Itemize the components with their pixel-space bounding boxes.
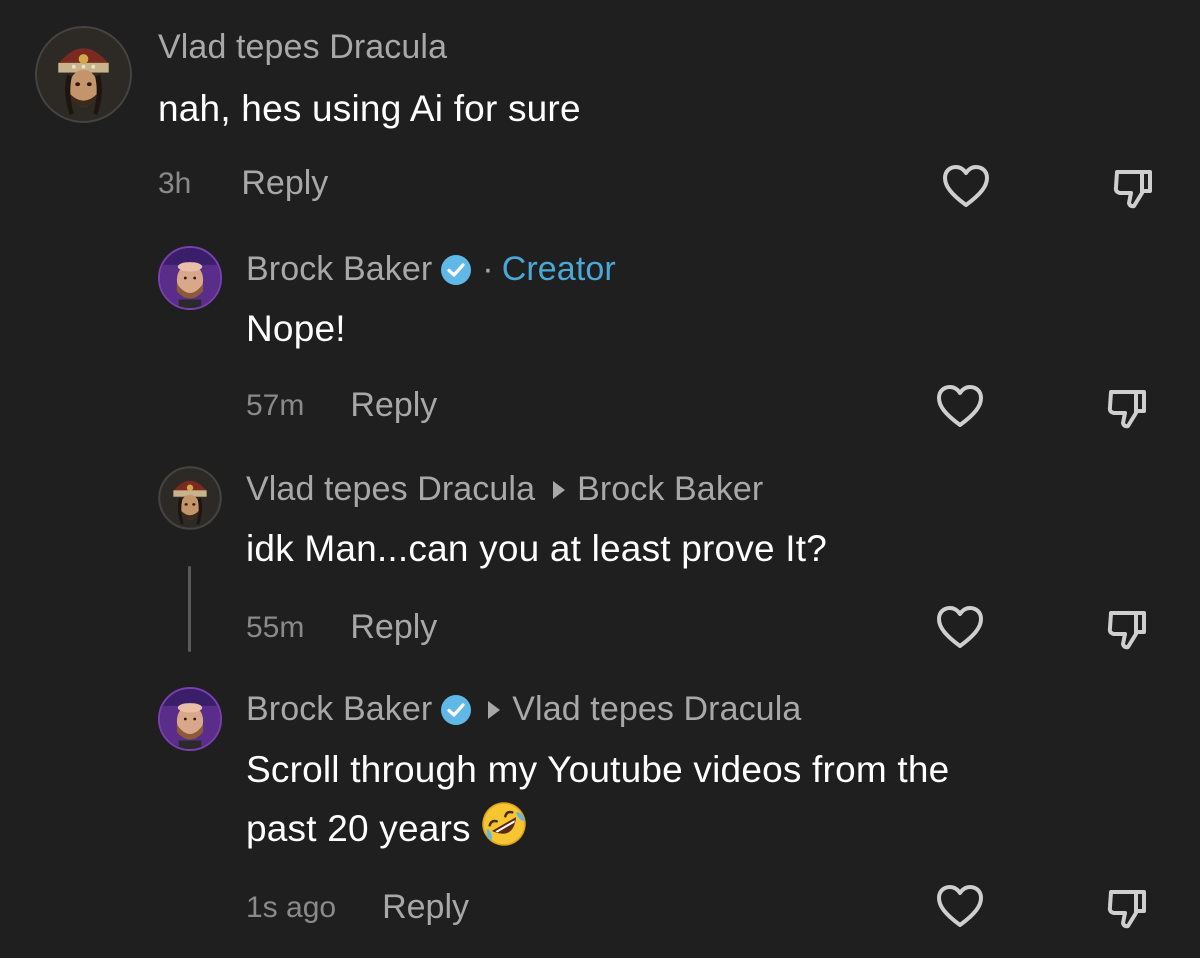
badge-separator: · [482, 250, 494, 288]
comment-text-line: past 20 years [246, 799, 1146, 858]
comment-text: Scroll through my Youtube videos from th… [246, 741, 1146, 858]
comment-username-row: Vlad tepes Dracula [158, 28, 447, 67]
heart-outline-icon[interactable] [941, 162, 991, 212]
comment-text: nah, hes using Ai for sure [158, 88, 581, 129]
thread-connector-line [188, 566, 191, 652]
thumbs-down-outline-icon[interactable] [1102, 382, 1152, 432]
comment-text-line: Scroll through my Youtube videos from th… [246, 749, 950, 790]
heart-outline-icon[interactable] [935, 603, 985, 653]
comment-thread: Vlad tepes Dracula nah, hes using Ai for… [0, 0, 1200, 958]
replying-to-username[interactable]: Brock Baker [577, 470, 763, 509]
replying-to-username[interactable]: Vlad tepes Dracula [512, 690, 801, 729]
reply-button[interactable]: Reply [241, 164, 328, 203]
vlad-portrait-avatar[interactable] [35, 26, 132, 123]
comment-username[interactable]: Vlad tepes Dracula [158, 28, 447, 67]
rolling-on-floor-laughing-emoji [479, 799, 529, 849]
comment-username-row: Brock Baker Vlad tepes Dracula [246, 690, 801, 729]
comment-meta: 57m Reply [246, 386, 437, 425]
reply-button[interactable]: Reply [382, 888, 469, 927]
thumbs-down-outline-icon[interactable] [1108, 162, 1158, 212]
creator-badge: Creator [501, 250, 616, 288]
heart-outline-icon[interactable] [935, 882, 985, 932]
brock-baker-avatar[interactable] [158, 246, 222, 310]
reply-button[interactable]: Reply [350, 386, 437, 425]
comment-username[interactable]: Brock Baker [246, 690, 432, 729]
comment-username[interactable]: Vlad tepes Dracula [246, 470, 535, 509]
comment-meta: 3h Reply [158, 164, 328, 203]
comment-timestamp: 1s ago [246, 890, 337, 924]
comment-timestamp: 3h [158, 166, 192, 200]
comment-text-line-content: past 20 years [246, 808, 471, 849]
vlad-portrait-avatar[interactable] [158, 466, 222, 530]
verified-check-icon [440, 254, 472, 286]
comment-timestamp: 57m [246, 388, 305, 422]
comment-timestamp: 55m [246, 610, 305, 644]
comment-username-row: Vlad tepes Dracula Brock Baker [246, 470, 763, 509]
thumbs-down-outline-icon[interactable] [1102, 882, 1152, 932]
thumbs-down-outline-icon[interactable] [1102, 603, 1152, 653]
caret-right-icon [488, 700, 501, 719]
heart-outline-icon[interactable] [935, 382, 985, 432]
comment-username-row: Brock Baker · Creator [246, 250, 616, 289]
comment-meta: 1s ago Reply [246, 888, 469, 927]
comment-meta: 55m Reply [246, 608, 437, 647]
comment-text: idk Man...can you at least prove It? [246, 528, 828, 569]
reply-button[interactable]: Reply [350, 608, 437, 647]
brock-baker-avatar[interactable] [158, 687, 222, 751]
verified-check-icon [440, 694, 472, 726]
caret-right-icon [553, 480, 566, 499]
comment-username[interactable]: Brock Baker [246, 250, 432, 289]
comment-text: Nope! [246, 308, 346, 349]
